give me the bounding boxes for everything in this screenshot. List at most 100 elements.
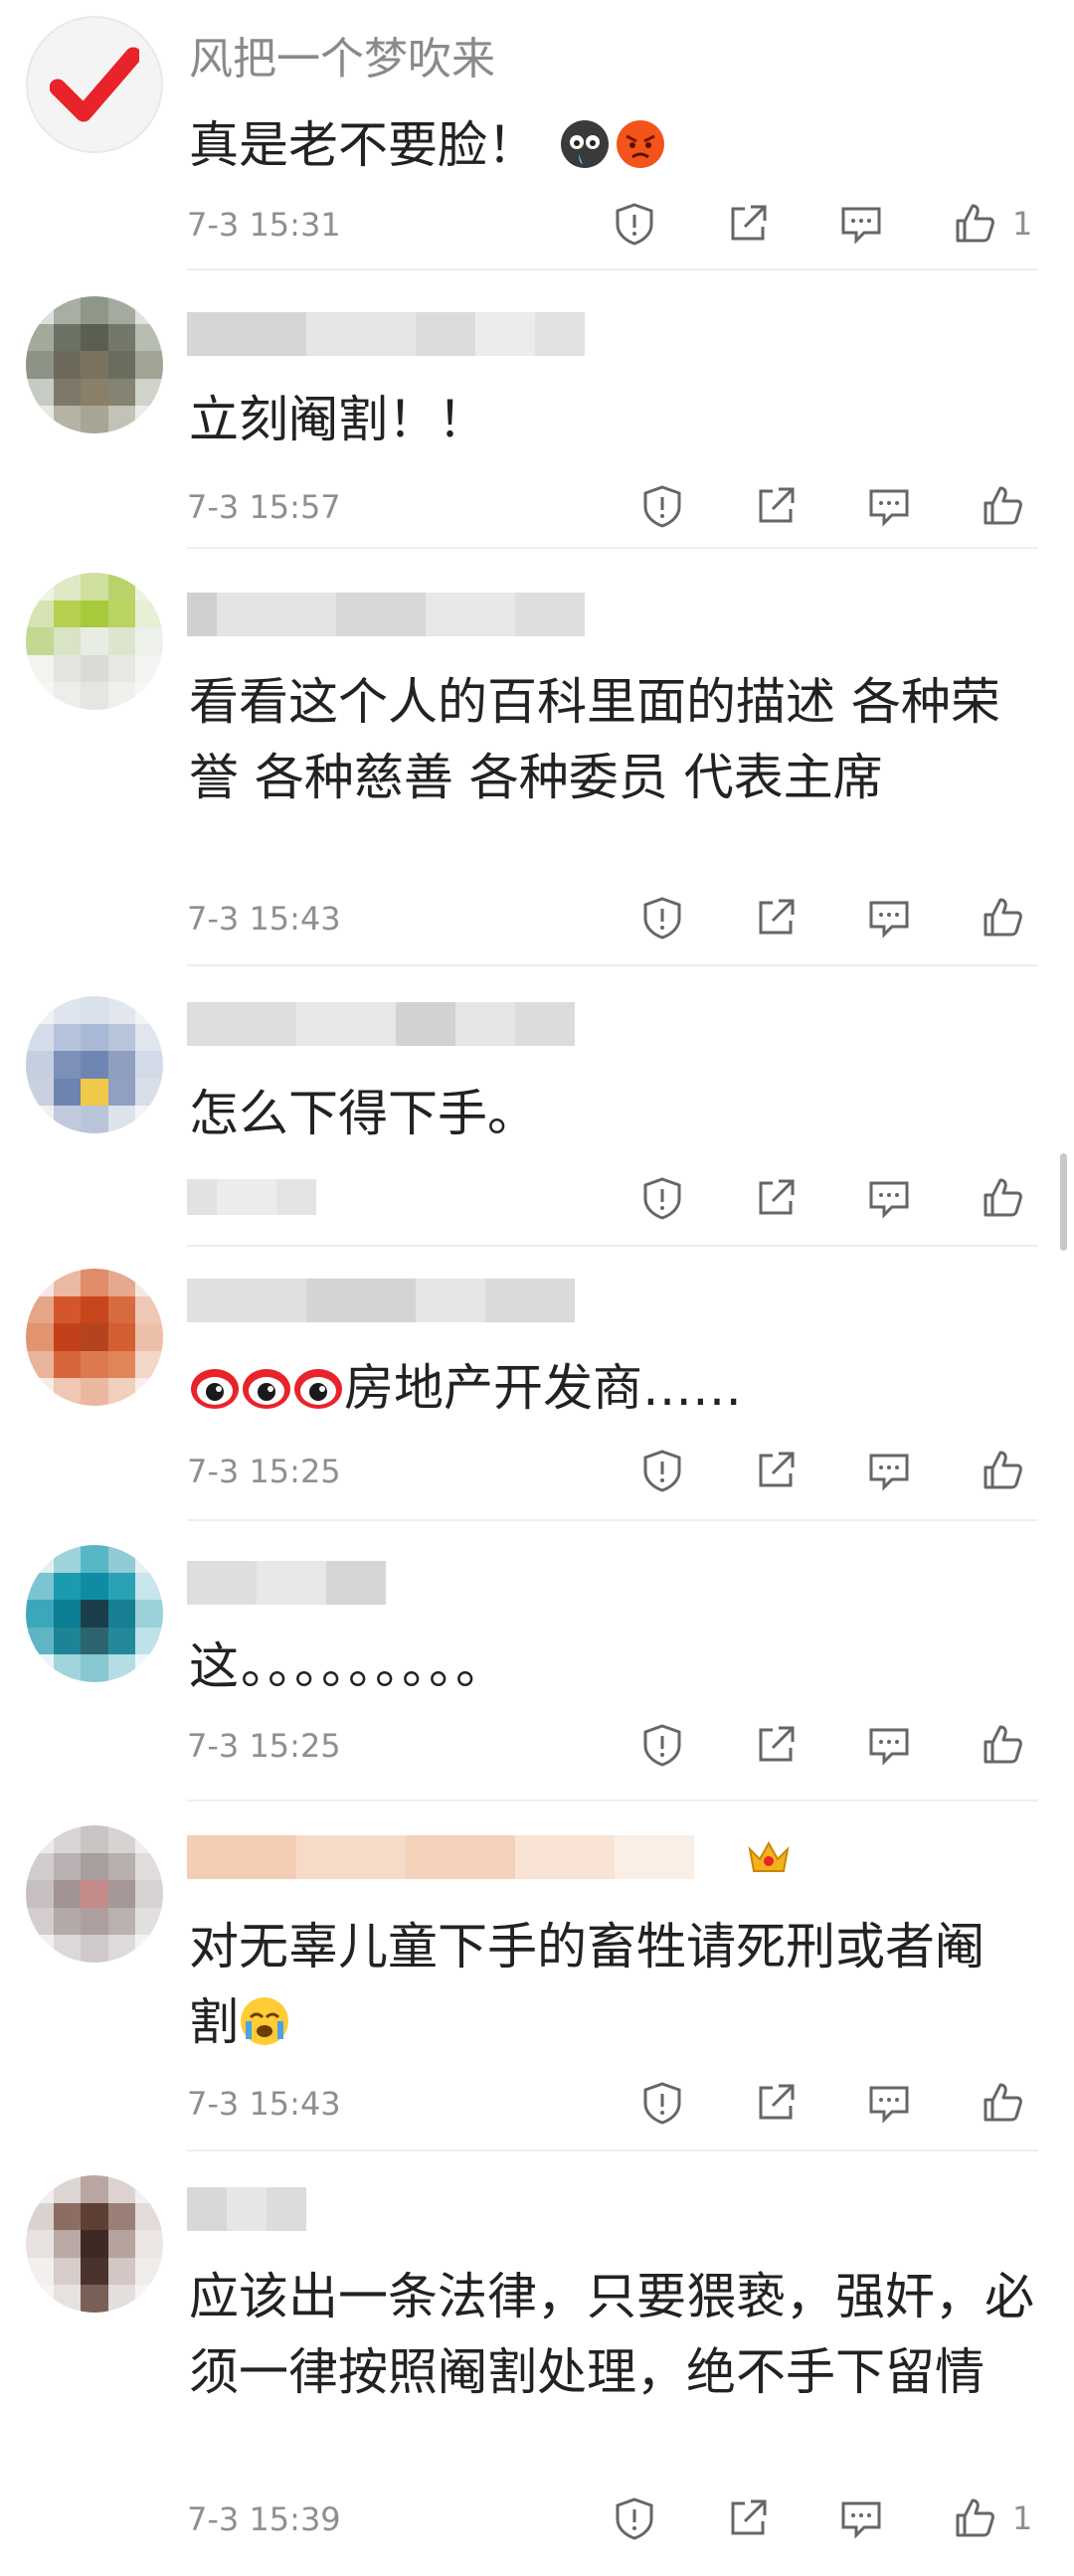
action-bar: 1: [605, 199, 1032, 249]
share-button[interactable]: [746, 893, 806, 943]
share-icon: [731, 205, 767, 241]
report-icon: [643, 1177, 681, 1220]
like-button[interactable]: [973, 1446, 1032, 1495]
vip-crown-icon: [748, 1840, 790, 1872]
comment-text: 立刻阉割！！: [189, 391, 487, 448]
reply-button[interactable]: [859, 481, 919, 531]
report-icon: [616, 203, 653, 246]
action-bar: [632, 1446, 1032, 1495]
like-icon: [984, 898, 1022, 937]
share-button[interactable]: [746, 1720, 806, 1770]
like-icon: [984, 1725, 1022, 1764]
comment-item: 这。。。。。。。。。 7-3 15:25: [0, 1521, 1074, 1802]
avatar[interactable]: [26, 996, 163, 1133]
reply-button[interactable]: [859, 1720, 919, 1770]
weibo-eye-icon: [191, 1369, 239, 1409]
comment-item: 对无辜儿童下手的畜牲请死刑或者阉割 7-3 15:43: [0, 1802, 1074, 2151]
report-button[interactable]: [632, 481, 692, 531]
action-bar: [632, 2078, 1032, 2128]
share-button[interactable]: [746, 481, 806, 531]
reply-button[interactable]: [859, 1173, 919, 1223]
weibo-eye-icon: [243, 1369, 290, 1409]
comment-text: 对无辜儿童下手的畜牲请死刑或者阉割: [189, 1909, 1014, 2060]
action-bar: [632, 1173, 1032, 1223]
reply-button[interactable]: [859, 893, 919, 943]
share-icon: [731, 2499, 767, 2535]
avatar[interactable]: [26, 1825, 163, 1963]
blurred-username[interactable]: [187, 1279, 575, 1322]
reply-button[interactable]: [831, 199, 891, 249]
share-icon: [759, 1179, 795, 1215]
share-icon: [759, 1726, 795, 1762]
report-button[interactable]: [605, 199, 664, 249]
action-bar: [632, 1720, 1032, 1770]
blurred-username[interactable]: [187, 1002, 575, 1046]
like-button[interactable]: [945, 199, 1004, 249]
blurred-username[interactable]: [187, 2187, 306, 2231]
like-button[interactable]: [973, 481, 1032, 531]
avatar[interactable]: [26, 1545, 163, 1682]
avatar[interactable]: [26, 296, 163, 433]
share-icon: [759, 487, 795, 523]
comment-text: 应该出一条法律，只要猥亵，强奸，必须一律按照阉割处理，绝不手下留情: [189, 2268, 1034, 2401]
blurred-username[interactable]: [187, 1561, 386, 1605]
share-button[interactable]: [746, 1446, 806, 1495]
like-button[interactable]: [973, 893, 1032, 943]
crying-face-icon: [561, 120, 609, 168]
report-button[interactable]: [632, 1446, 692, 1495]
blurred-username[interactable]: [187, 593, 585, 636]
timestamp: 7-3 15:57: [187, 488, 341, 526]
timestamp: 7-3 15:25: [187, 1727, 341, 1765]
reply-button[interactable]: [831, 2493, 891, 2543]
avatar[interactable]: [26, 2175, 163, 2313]
weibo-eye-icon: [294, 1369, 342, 1409]
action-bar: 1: [605, 2493, 1032, 2543]
share-button[interactable]: [718, 2493, 778, 2543]
share-button[interactable]: [746, 2078, 806, 2128]
report-icon: [643, 485, 681, 528]
comment-item: 风把一个梦吹来 真是老不要脸！ 7-3 15:31 1: [0, 0, 1074, 270]
comment-text: 这。。。。。。。。。: [189, 1637, 507, 1695]
blurred-username[interactable]: [187, 312, 585, 356]
like-icon: [956, 204, 994, 243]
comment-text: 看看这个人的百科里面的描述 各种荣誉 各种慈善 各种委员 代表主席: [189, 673, 1000, 806]
avatar[interactable]: [26, 573, 163, 710]
comment-body: 真是老不要脸！: [189, 116, 537, 174]
like-icon: [984, 486, 1022, 525]
report-button[interactable]: [632, 893, 692, 943]
angry-face-icon: [617, 120, 664, 168]
like-icon: [984, 2083, 1022, 2122]
like-button[interactable]: [973, 1173, 1032, 1223]
blurred-username[interactable]: [187, 1835, 694, 1879]
report-button[interactable]: [632, 2078, 692, 2128]
report-button[interactable]: [605, 2493, 664, 2543]
like-icon: [984, 1178, 1022, 1217]
like-button[interactable]: [945, 2493, 1004, 2543]
username[interactable]: 风把一个梦吹来: [189, 32, 495, 87]
blurred-timestamp: [187, 1179, 316, 1215]
reply-icon: [869, 1454, 909, 1491]
report-icon: [643, 897, 681, 940]
share-button[interactable]: [718, 199, 778, 249]
like-icon: [984, 1451, 1022, 1489]
report-icon: [643, 2082, 681, 2125]
comment-item: 看看这个人的百科里面的描述 各种荣誉 各种慈善 各种委员 代表主席 7-3 15…: [0, 549, 1074, 966]
like-button[interactable]: [973, 1720, 1032, 1770]
report-button[interactable]: [632, 1173, 692, 1223]
reply-button[interactable]: [859, 1446, 919, 1495]
comment-item: 立刻阉割！！ 7-3 15:57: [0, 270, 1074, 549]
reply-button[interactable]: [859, 2078, 919, 2128]
scrollbar[interactable]: [1060, 1153, 1067, 1251]
like-count: 1: [1012, 2499, 1033, 2537]
report-button[interactable]: [632, 1720, 692, 1770]
avatar[interactable]: [26, 16, 163, 153]
like-button[interactable]: [973, 2078, 1032, 2128]
reply-icon: [869, 2086, 909, 2124]
comment-text: 真是老不要脸！: [189, 107, 1034, 183]
share-button[interactable]: [746, 1173, 806, 1223]
timestamp: 7-3 15:43: [187, 900, 341, 938]
reply-icon: [869, 901, 909, 939]
comment-feed: 风把一个梦吹来 真是老不要脸！ 7-3 15:31 1 立刻阉割！！ 7-3 1…: [0, 0, 1074, 2576]
avatar[interactable]: [26, 1269, 163, 1406]
comment-text: 房地产开发商……: [189, 1350, 1034, 1426]
